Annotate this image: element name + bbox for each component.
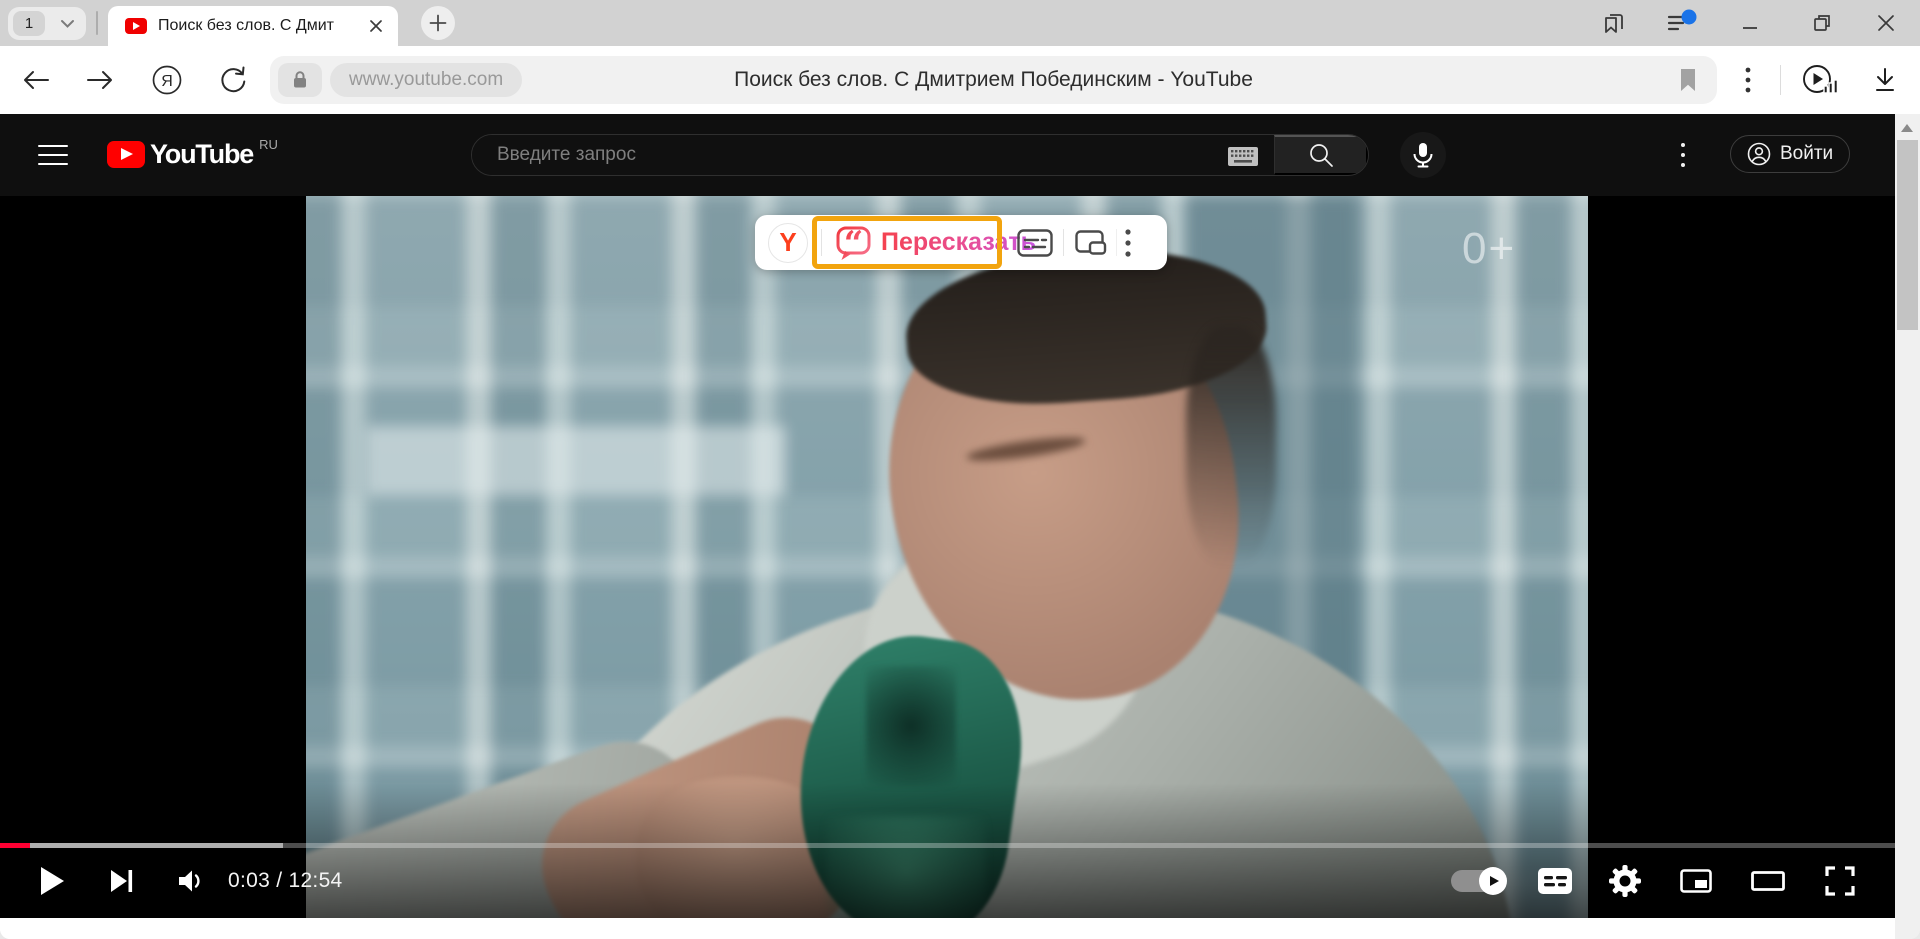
page-background-strip (0, 918, 1895, 939)
retell-label: Пересказать (881, 228, 1036, 257)
reload-button[interactable] (207, 46, 259, 114)
secure-lock-icon[interactable] (278, 63, 322, 97)
settings-gear-icon[interactable] (1607, 848, 1643, 914)
overlay-separator (1063, 229, 1064, 256)
quote-bubble-icon: “ (835, 224, 872, 262)
tab-counter[interactable]: 1 (8, 7, 86, 40)
new-tab-button[interactable] (421, 6, 455, 40)
sign-in-label: Войти (1780, 143, 1833, 165)
page-content: YouTube RU (0, 114, 1920, 939)
overlay-separator (821, 229, 822, 256)
sign-in-button[interactable]: Войти (1730, 135, 1850, 173)
browser-toolbar: Я www.youtube.com Поиск без слов. С Дмит… (0, 46, 1920, 114)
address-bar[interactable]: www.youtube.com Поиск без слов. С Дмитри… (270, 56, 1717, 104)
browser-tab[interactable]: Поиск без слов. С Дмит (108, 6, 398, 46)
youtube-logo-icon (107, 141, 145, 168)
tab-strip: 1 Поиск без слов. С Дмит (0, 0, 1920, 46)
download-icon[interactable] (1859, 46, 1911, 114)
retell-button[interactable]: “ Пересказать (835, 215, 1036, 270)
youtube-header: YouTube RU (0, 114, 1895, 196)
overlay-menu-icon[interactable] (1125, 215, 1131, 270)
youtube-logo[interactable]: YouTube RU (107, 138, 278, 171)
svg-text:Я: Я (161, 73, 173, 90)
chevron-down-icon[interactable] (53, 11, 81, 36)
age-rating-badge: 0+ (1462, 224, 1516, 274)
voice-search-icon[interactable] (1400, 132, 1446, 178)
fullscreen-button[interactable] (1822, 848, 1858, 914)
autoplay-knob-icon (1479, 867, 1507, 895)
scrollbar-thumb[interactable] (1897, 140, 1918, 330)
search-box (471, 134, 1369, 176)
youtube-favicon-icon (125, 18, 147, 34)
player-controls: 0:03 / 12:54 (0, 848, 1895, 914)
person-icon (1747, 142, 1771, 166)
scrollbar-up-arrow-icon[interactable] (1901, 124, 1913, 132)
overlay-subtitles-icon[interactable] (1017, 215, 1053, 270)
tab-separator (96, 11, 98, 35)
bookmark-icon[interactable] (1671, 64, 1705, 96)
tab-count-badge: 1 (13, 11, 45, 36)
svg-text:“: “ (844, 224, 864, 262)
theater-mode-button[interactable] (1750, 848, 1786, 914)
subtitles-button[interactable] (1537, 848, 1573, 914)
play-button[interactable] (30, 848, 74, 914)
toolbar-menu-icon[interactable] (1722, 46, 1774, 114)
overlay-separator (1116, 229, 1117, 256)
url-chip[interactable]: www.youtube.com (330, 63, 522, 97)
page-scrollbar[interactable] (1895, 114, 1920, 939)
next-button[interactable] (100, 848, 144, 914)
video-player-extension-icon[interactable] (1794, 46, 1846, 114)
video-player[interactable]: Y “ Пересказать (0, 196, 1895, 918)
yandex-logo-icon[interactable]: Y (768, 215, 808, 270)
yandex-video-toolbar: Y “ Пересказать (755, 215, 1167, 270)
autoplay-toggle[interactable] (1449, 848, 1507, 914)
guide-menu-icon[interactable] (38, 141, 68, 169)
keyboard-icon[interactable] (1228, 147, 1258, 166)
youtube-logo-text: YouTube (150, 138, 253, 171)
miniplayer-button[interactable] (1678, 848, 1714, 914)
picture-in-picture-icon[interactable] (1075, 215, 1107, 270)
forward-button[interactable] (74, 46, 126, 114)
volume-icon[interactable] (170, 848, 214, 914)
search-button[interactable] (1274, 135, 1368, 175)
tab-close-icon[interactable] (366, 16, 386, 36)
browser-menu-icon[interactable] (1662, 0, 1702, 46)
close-button[interactable] (1866, 0, 1906, 46)
youtube-region-label: RU (259, 138, 278, 151)
yandex-search-icon[interactable]: Я (141, 46, 193, 114)
search-input[interactable] (472, 135, 1274, 175)
side-panel-bookmarks-icon[interactable] (1594, 0, 1634, 46)
header-menu-icon[interactable] (1668, 139, 1698, 171)
minimize-button[interactable] (1730, 0, 1770, 46)
browser-window: 1 Поиск без слов. С Дмит (0, 0, 1920, 939)
back-button[interactable] (10, 46, 62, 114)
tab-title: Поиск без слов. С Дмит (158, 17, 366, 35)
time-display: 0:03 / 12:54 (228, 848, 343, 914)
toolbar-separator (1780, 65, 1781, 95)
restore-button[interactable] (1802, 0, 1842, 46)
